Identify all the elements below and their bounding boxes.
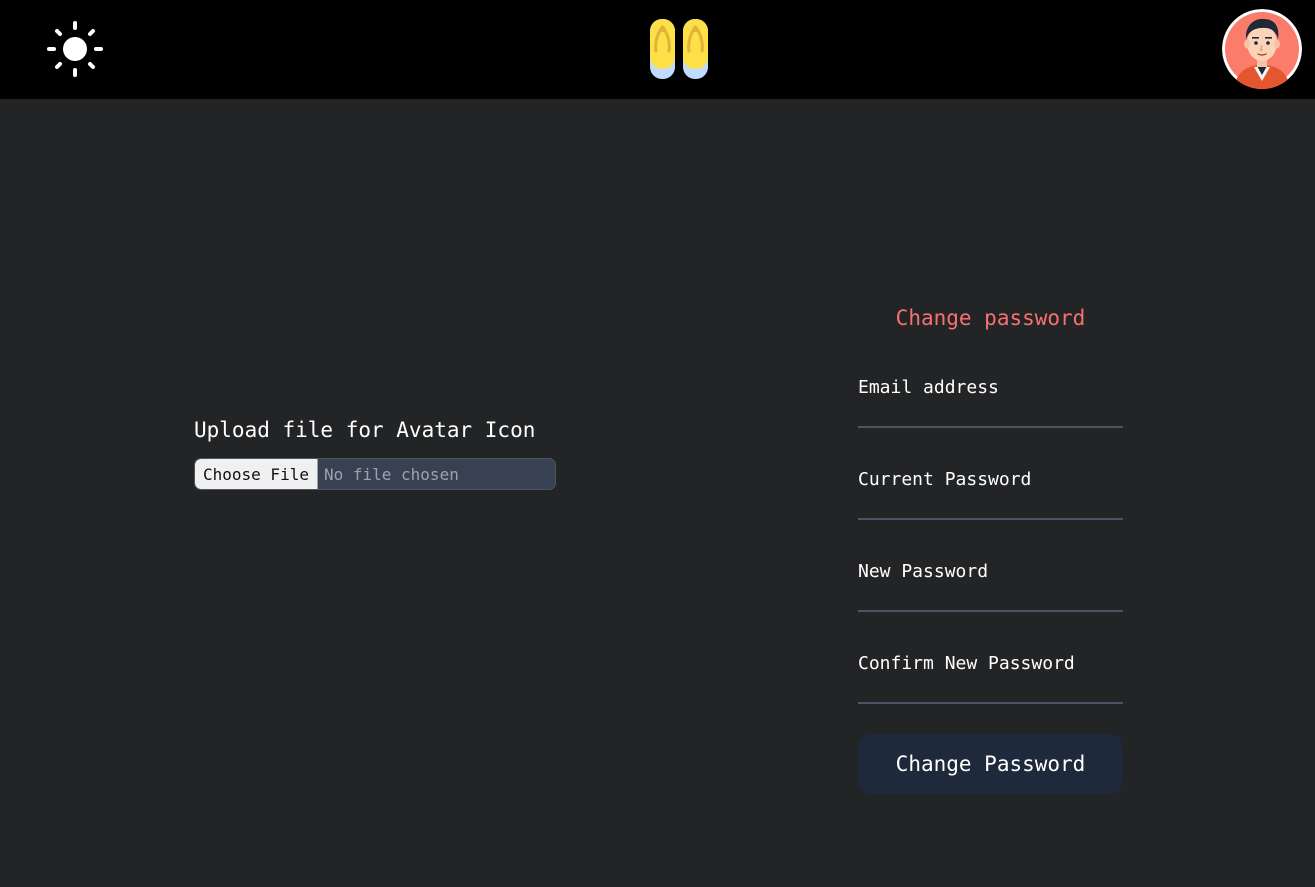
avatar-file-input[interactable]: Choose File No file chosen xyxy=(194,458,556,490)
email-label: Email address xyxy=(858,377,999,398)
new-password-label: New Password xyxy=(858,561,989,582)
file-status-text: No file chosen xyxy=(323,464,459,484)
upload-title: Upload file for Avatar Icon xyxy=(194,418,536,442)
current-password-field[interactable]: Current Password xyxy=(858,464,1123,520)
avatar-upload-section: Upload file for Avatar Icon Choose File … xyxy=(194,416,556,490)
confirm-password-input[interactable] xyxy=(858,680,1123,700)
confirm-password-label: Confirm New Password xyxy=(858,653,1075,674)
new-password-input[interactable] xyxy=(858,588,1123,608)
sun-icon[interactable] xyxy=(46,20,104,78)
change-password-title: Change password xyxy=(895,306,1086,330)
email-field[interactable]: Email address xyxy=(858,372,1123,428)
current-password-input[interactable] xyxy=(858,496,1123,516)
email-input[interactable] xyxy=(858,404,1123,424)
current-password-label: Current Password xyxy=(858,469,1032,490)
choose-file-button[interactable]: Choose File xyxy=(195,459,318,489)
change-password-button[interactable]: Change Password xyxy=(858,734,1123,794)
top-navigation-bar xyxy=(0,0,1315,99)
user-avatar[interactable] xyxy=(1222,9,1302,89)
new-password-field[interactable]: New Password xyxy=(858,556,1123,612)
flip-flops-icon[interactable] xyxy=(647,17,711,81)
confirm-password-field[interactable]: Confirm New Password xyxy=(858,648,1123,704)
